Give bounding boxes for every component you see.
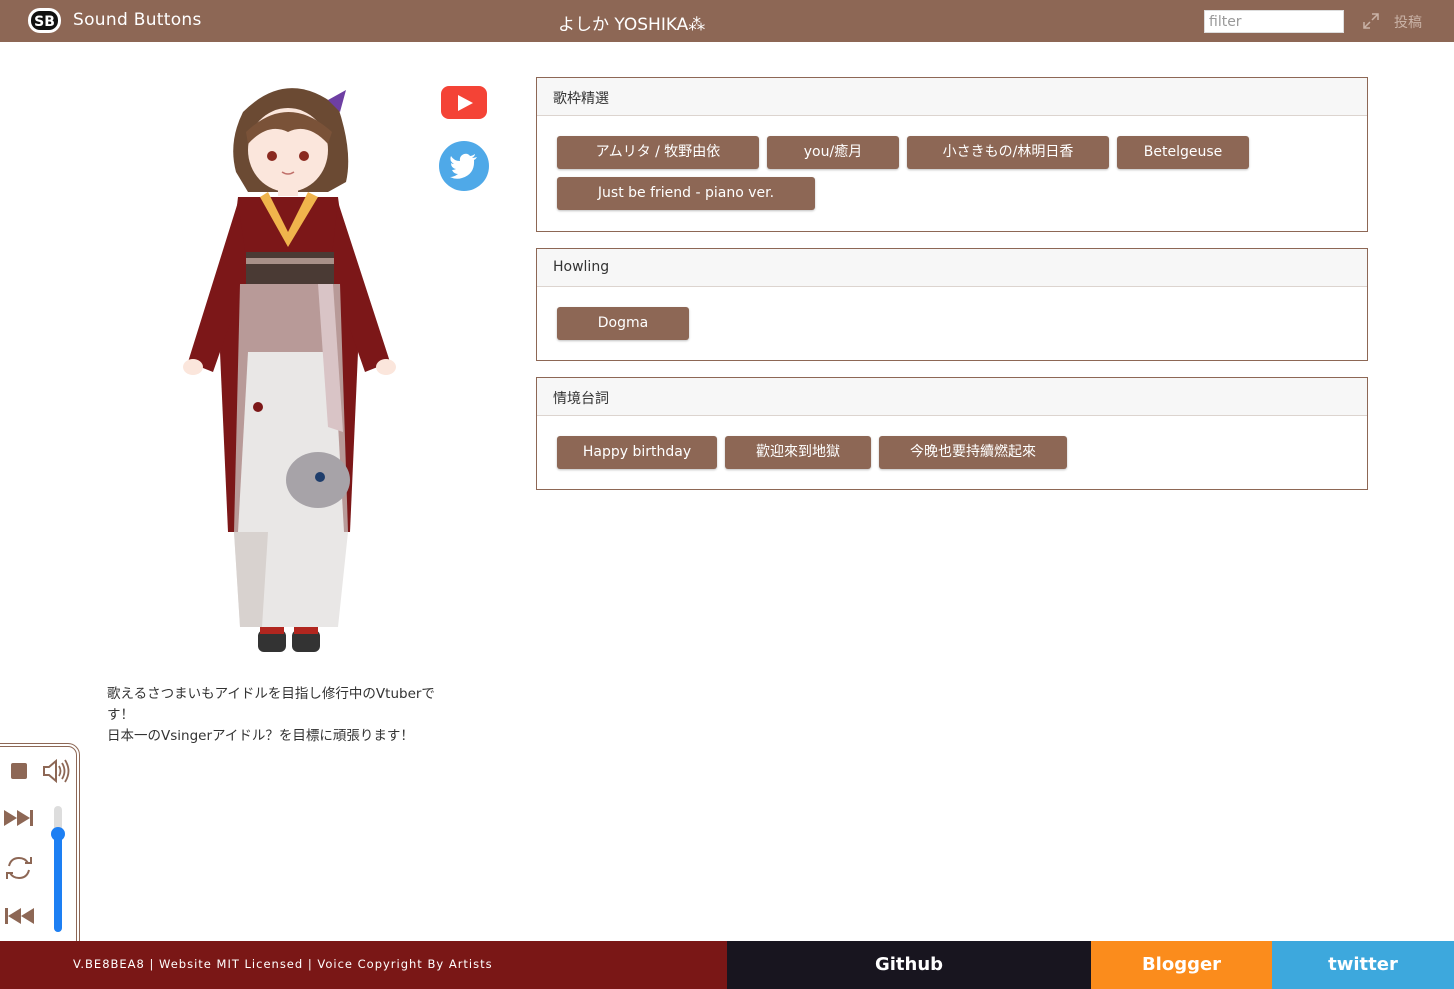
fullscreen-icon[interactable] [1362, 12, 1380, 30]
volume-slider-fill [54, 834, 62, 932]
section-title: 歌枠精選 [537, 78, 1367, 116]
blogger-link[interactable]: Blogger [1091, 941, 1272, 989]
section-situation-lines: 情境台詞 Happy birthday 歡迎來到地獄 今晚也要持續燃起來 [536, 377, 1368, 490]
sound-button[interactable]: 小さきもの/林明日香 [907, 136, 1109, 169]
top-navbar: SB Sound Buttons よしか YOSHIKA⁂ 投稿 [0, 0, 1454, 42]
sound-buttons-logo-icon[interactable]: SB [27, 7, 62, 34]
sound-button[interactable]: 歡迎來到地獄 [725, 436, 871, 469]
section-singing-selection: 歌枠精選 アムリタ / 牧野由依 you/癒月 小さきもの/林明日香 Betel… [536, 77, 1368, 232]
section-title: 情境台詞 [537, 378, 1367, 416]
next-icon[interactable] [3, 808, 35, 828]
sound-button[interactable]: Happy birthday [557, 436, 717, 469]
github-link[interactable]: Github [727, 941, 1091, 989]
section-title: Howling [537, 249, 1367, 287]
post-link[interactable]: 投稿 [1394, 12, 1422, 32]
stop-icon[interactable] [10, 762, 28, 780]
vtuber-title: よしか YOSHIKA⁂ [558, 15, 706, 35]
sound-button[interactable]: Betelgeuse [1117, 136, 1249, 169]
filter-input[interactable] [1204, 10, 1344, 33]
sound-button[interactable]: Just be friend - piano ver. [557, 177, 815, 210]
twitter-link[interactable]: twitter [1272, 941, 1454, 989]
previous-icon[interactable] [3, 906, 35, 926]
sound-button[interactable]: 今晚也要持續燃起來 [879, 436, 1067, 469]
version-license-text: V.BE8BEA8 | Website MIT Licensed | Voice… [0, 941, 727, 989]
volume-slider-thumb[interactable] [51, 827, 65, 841]
footer: V.BE8BEA8 | Website MIT Licensed | Voice… [0, 941, 1454, 989]
repeat-icon[interactable] [4, 853, 34, 883]
volume-icon[interactable] [42, 758, 70, 784]
section-howling: Howling Dogma [536, 248, 1368, 361]
profile-description: 歌えるさつまいもアイドルを目指し修行中のVtuberで す！ 日本一のVsing… [107, 684, 457, 747]
description-line: 日本一のVsingerアイドル？を目標に頑張ります！ [107, 728, 414, 744]
sound-button[interactable]: Dogma [557, 307, 689, 340]
youtube-icon[interactable] [441, 86, 487, 119]
twitter-icon[interactable] [439, 141, 489, 191]
vtuber-avatar-image [183, 88, 396, 652]
sound-button[interactable]: アムリタ / 牧野由依 [557, 136, 759, 169]
svg-text:SB: SB [34, 14, 55, 30]
sound-button[interactable]: you/癒月 [767, 136, 899, 169]
description-line: す！ [107, 707, 134, 723]
brand-title[interactable]: Sound Buttons [73, 10, 202, 30]
description-line: 歌えるさつまいもアイドルを目指し修行中のVtuberで [107, 686, 435, 702]
